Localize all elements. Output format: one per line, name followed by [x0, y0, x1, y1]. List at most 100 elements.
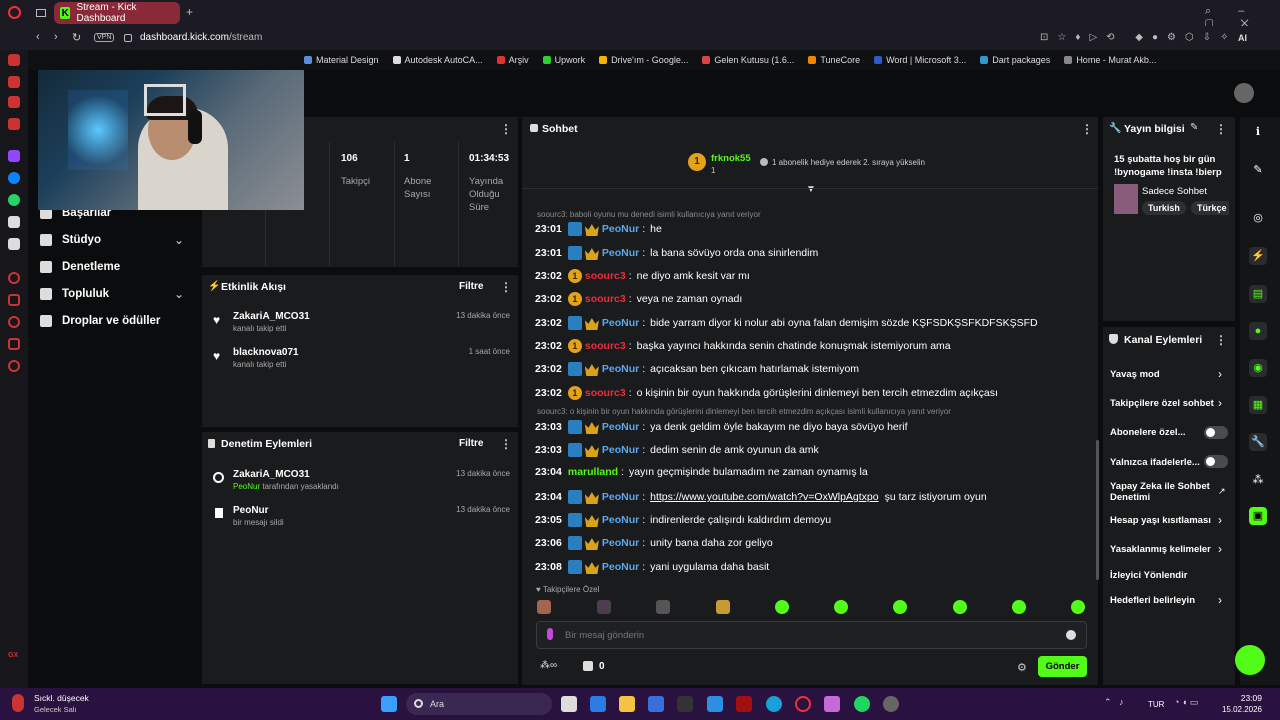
vscode-icon[interactable] — [707, 696, 723, 712]
extensions-icon[interactable] — [8, 338, 20, 350]
bookmark-home[interactable]: Home - Murat Akb... — [1064, 55, 1156, 65]
aria-icon[interactable] — [8, 54, 20, 66]
action-banned-words[interactable]: Yasaklanmış kelimeler — [1110, 544, 1211, 555]
subscribers-only-toggle[interactable] — [1204, 426, 1228, 439]
stream-info-menu-icon[interactable]: ⋮ — [1215, 122, 1227, 136]
pencil-icon[interactable]: ✎ — [1249, 161, 1267, 179]
bookmark-dart[interactable]: Dart packages — [980, 55, 1050, 65]
mail-icon[interactable] — [8, 96, 20, 108]
emote-icon[interactable] — [656, 600, 670, 614]
acrobat-icon[interactable] — [736, 696, 752, 712]
message-username[interactable]: soourc3 — [585, 387, 626, 399]
opera-logo-icon[interactable] — [8, 6, 21, 19]
message-username[interactable]: PeoNur — [602, 363, 639, 375]
chat-scrollbar[interactable] — [1096, 440, 1099, 580]
category-thumbnail[interactable] — [1114, 184, 1138, 214]
activity-filter-button[interactable]: Filtre — [459, 281, 483, 292]
moderation-filter-button[interactable]: Filtre — [459, 438, 483, 449]
activity-username[interactable]: blacknova071 — [233, 347, 299, 358]
layout-icon[interactable]: ▦ — [1249, 396, 1267, 414]
player-icon[interactable] — [8, 272, 20, 284]
x-icon[interactable] — [8, 238, 20, 250]
nav-studyo[interactable]: Stüdyo — [40, 234, 101, 246]
reload-icon[interactable]: ↻ — [72, 31, 81, 44]
emote-icon[interactable] — [893, 600, 907, 614]
tray-icons[interactable]: ⌃ ♪ — [1104, 697, 1124, 708]
channel-actions-menu-icon[interactable]: ⋮ — [1215, 333, 1227, 347]
tiktok-icon[interactable] — [8, 216, 20, 228]
steam-icon[interactable] — [883, 696, 899, 712]
wallet-icon[interactable] — [8, 294, 20, 306]
store-icon[interactable] — [583, 661, 593, 671]
message-username[interactable]: PeoNur — [602, 247, 639, 259]
camera-icon[interactable]: ◎ — [1249, 209, 1267, 227]
message-username[interactable]: soourc3 — [585, 293, 626, 305]
chevron-right-icon[interactable]: › — [1218, 367, 1222, 381]
support-chat-icon[interactable] — [1235, 645, 1265, 675]
emote-icon[interactable] — [1071, 600, 1085, 614]
top-gifter-name[interactable]: frknok55 — [711, 153, 751, 164]
forward-icon[interactable]: › — [54, 31, 58, 43]
vpn-badge[interactable]: VPN — [94, 33, 115, 42]
bookmark-arsiv[interactable]: Arşiv — [496, 55, 529, 65]
chevron-right-icon[interactable]: › — [1218, 593, 1222, 607]
tabs-menu-icon[interactable] — [36, 9, 46, 17]
tag-pill[interactable]: Turkish — [1142, 201, 1186, 215]
message-username[interactable]: PeoNur — [602, 317, 639, 329]
action-emotes-only[interactable]: Yalnızca ifadelerle... — [1110, 457, 1200, 468]
browser-toolbar-icons[interactable]: ⊡☆♦▷⟲ ◆●⚙⬡⇩✧ — [1040, 32, 1237, 43]
whatsapp-icon[interactable] — [8, 194, 20, 206]
kick-app-icon[interactable]: ▣ — [1249, 507, 1267, 525]
bolt-icon[interactable]: ⚡ — [1249, 247, 1267, 265]
edge-icon[interactable] — [766, 696, 782, 712]
action-goals[interactable]: Hedefleri belirleyin — [1110, 595, 1195, 606]
profile-avatar[interactable] — [1234, 83, 1254, 103]
reply-context[interactable]: soourc3: baboli oyunu mu denedi isimli k… — [537, 210, 761, 219]
word-app-icon[interactable] — [648, 696, 664, 712]
emote-icon[interactable] — [597, 600, 611, 614]
message-username[interactable]: PeoNur — [602, 444, 639, 456]
taskbar-search[interactable] — [406, 693, 552, 715]
settings-icon[interactable] — [8, 360, 20, 372]
bookmark-tunecore[interactable]: TuneCore — [808, 55, 860, 65]
moderation-target[interactable]: PeoNur — [233, 505, 269, 516]
message-username[interactable]: PeoNur — [602, 421, 639, 433]
message-username[interactable]: PeoNur — [602, 537, 639, 549]
chevron-right-icon[interactable]: › — [1218, 396, 1222, 410]
emote-icon[interactable] — [537, 600, 551, 614]
task-view-icon[interactable] — [561, 696, 577, 712]
emote-icon[interactable] — [716, 600, 730, 614]
activity-menu-icon[interactable]: ⋮ — [500, 280, 512, 294]
emote-icon[interactable] — [1012, 600, 1026, 614]
new-tab-icon[interactable]: + — [186, 5, 193, 19]
history-icon[interactable] — [8, 316, 20, 328]
moderator-name[interactable]: PeoNur — [233, 482, 260, 491]
external-link-icon[interactable]: ↗ — [1218, 486, 1226, 497]
bookmark-material-design[interactable]: Material Design — [304, 55, 379, 65]
message-username[interactable]: PeoNur — [602, 514, 639, 526]
emotes-only-toggle[interactable] — [1204, 455, 1228, 468]
broadcast-icon[interactable]: ◉ — [1249, 359, 1267, 377]
action-ai-moderation[interactable]: Yapay Zeka ile Sohbet Denetimi — [1110, 481, 1214, 503]
tools-icon[interactable]: 🔧 — [1249, 433, 1267, 451]
bookmark-word[interactable]: Word | Microsoft 3... — [874, 55, 966, 65]
reply-context[interactable]: soourc3: o kişinin bir oyun hakkında gör… — [537, 407, 951, 416]
twitch-icon[interactable] — [8, 150, 20, 162]
action-account-age[interactable]: Hesap yaşı kısıtlaması — [1110, 515, 1211, 526]
moderation-target[interactable]: ZakariA_MCO31 — [233, 469, 310, 480]
chevron-right-icon[interactable]: › — [1218, 513, 1222, 527]
weather-text[interactable]: Sıckl. düşecek — [34, 693, 89, 703]
action-slow-mode[interactable]: Yavaş mod — [1110, 369, 1160, 380]
pin-toggle-icon[interactable]: ▼ — [806, 184, 816, 195]
tab-kick-dashboard[interactable]: K Stream - Kick Dashboard — [54, 2, 180, 24]
opera-gx-icon[interactable] — [795, 696, 811, 712]
points-icon[interactable]: ⁂∞ — [540, 660, 557, 671]
messenger-icon[interactable] — [8, 172, 20, 184]
moderation-menu-icon[interactable]: ⋮ — [500, 437, 512, 451]
sparkle-icon[interactable]: ⁂ — [1249, 471, 1267, 489]
nav-topluluk[interactable]: Topluluk — [40, 288, 109, 300]
back-icon[interactable]: ‹ — [36, 31, 40, 43]
send-button[interactable]: Gönder — [1038, 656, 1087, 677]
workspace-icon[interactable] — [8, 76, 20, 88]
spotify-icon[interactable] — [854, 696, 870, 712]
